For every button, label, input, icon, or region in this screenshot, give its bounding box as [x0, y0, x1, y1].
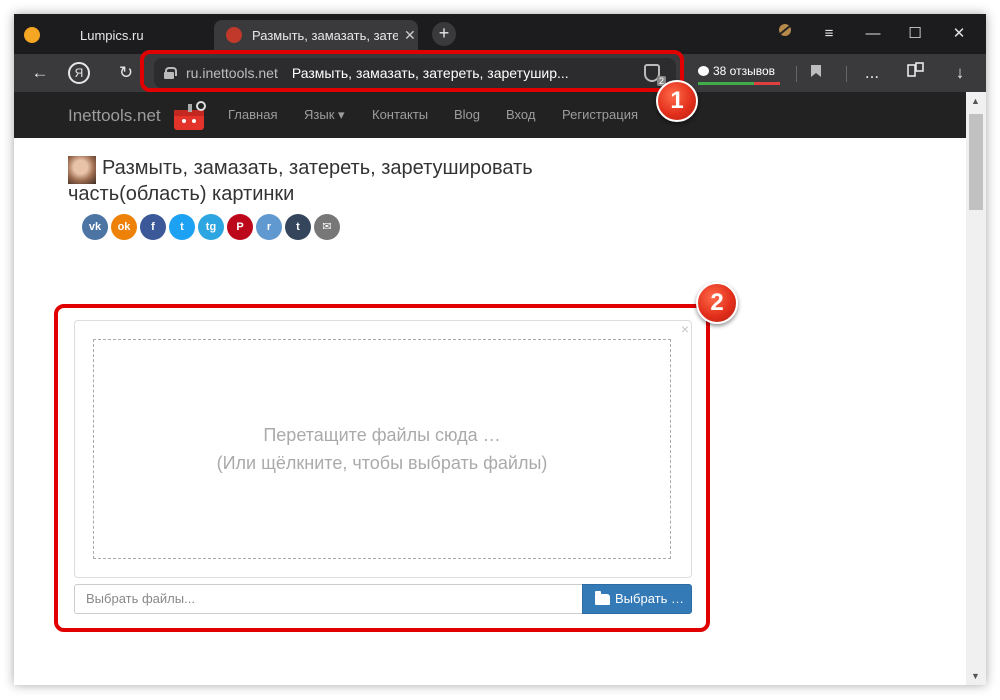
tab-label: Lumpics.ru: [80, 27, 144, 43]
comment-bubble-icon: [698, 66, 709, 76]
site-navbar: Inettools.net Главная Язык ▾ Контакты Bl…: [14, 92, 966, 138]
tab-lumpics[interactable]: Lumpics.ru: [24, 20, 214, 50]
lumpics-favicon-icon: [24, 27, 40, 43]
reload-button[interactable]: ↻: [112, 60, 140, 86]
share-odnoklassniki-icon[interactable]: ok: [111, 214, 137, 240]
close-window-button[interactable]: ✕: [944, 22, 974, 46]
share-facebook-icon[interactable]: f: [140, 214, 166, 240]
yandex-button[interactable]: Я: [68, 62, 90, 84]
share-twitter-icon[interactable]: t: [169, 214, 195, 240]
download-icon[interactable]: ↓: [946, 60, 974, 86]
nav-language[interactable]: Язык ▾: [304, 107, 345, 123]
share-telegram-icon[interactable]: tg: [198, 214, 224, 240]
reviews-badge[interactable]: 38 отзывов: [698, 64, 775, 78]
highlight-address-bar: [140, 50, 684, 92]
scroll-down-arrow-icon[interactable]: ▼: [971, 671, 980, 681]
toolbox-logo-icon[interactable]: [170, 100, 210, 132]
toolbar-divider: [796, 66, 797, 82]
step-marker-2: 2: [696, 282, 738, 324]
extension-icon[interactable]: [770, 22, 800, 46]
share-vk-icon[interactable]: vk: [82, 214, 108, 240]
share-email-icon[interactable]: ✉: [314, 214, 340, 240]
toolbar-divider: [846, 66, 847, 82]
share-buttons: vk ok f t tg P r t ✉: [82, 214, 343, 240]
tab-close-icon[interactable]: ✕: [404, 27, 416, 44]
scroll-thumb[interactable]: [969, 114, 983, 210]
highlight-upload-area: [54, 304, 710, 632]
reviews-label: 38 отзывов: [713, 64, 776, 78]
extensions-icon[interactable]: [902, 60, 930, 86]
tab-inettools[interactable]: Размыть, замазать, затереть ✕: [214, 20, 418, 50]
tab-strip: Lumpics.ru Размыть, замазать, затереть ✕…: [14, 14, 986, 54]
page-scrollbar[interactable]: ▲ ▼: [966, 92, 986, 685]
nav-register[interactable]: Регистрация: [562, 107, 638, 122]
site-brand[interactable]: Inettools.net: [68, 106, 161, 126]
nav-blog[interactable]: Blog: [454, 107, 480, 122]
share-pinterest-icon[interactable]: P: [227, 214, 253, 240]
minimize-button[interactable]: —: [858, 22, 888, 46]
tab-label: Размыть, замазать, затереть: [252, 27, 398, 43]
nav-login[interactable]: Вход: [506, 107, 535, 122]
reviews-rating-bar: [698, 82, 780, 85]
new-tab-button[interactable]: +: [432, 22, 456, 46]
menu-icon[interactable]: ≡: [814, 22, 844, 46]
step-marker-1: 1: [656, 80, 698, 122]
more-button[interactable]: ...: [858, 60, 886, 86]
maximize-button[interactable]: ☐: [900, 22, 930, 46]
inettools-favicon-icon: [226, 27, 242, 43]
browser-window: Lumpics.ru Размыть, замазать, затереть ✕…: [14, 14, 986, 685]
scroll-up-arrow-icon[interactable]: ▲: [971, 96, 980, 106]
share-reddit-icon[interactable]: r: [256, 214, 282, 240]
bookmark-icon[interactable]: [802, 60, 830, 86]
page-title: Размыть, замазать, затереть, заретуширов…: [68, 157, 533, 205]
nav-contacts[interactable]: Контакты: [372, 107, 428, 122]
share-tumblr-icon[interactable]: t: [285, 214, 311, 240]
back-button[interactable]: ←: [26, 60, 54, 86]
nav-home[interactable]: Главная: [228, 107, 277, 122]
